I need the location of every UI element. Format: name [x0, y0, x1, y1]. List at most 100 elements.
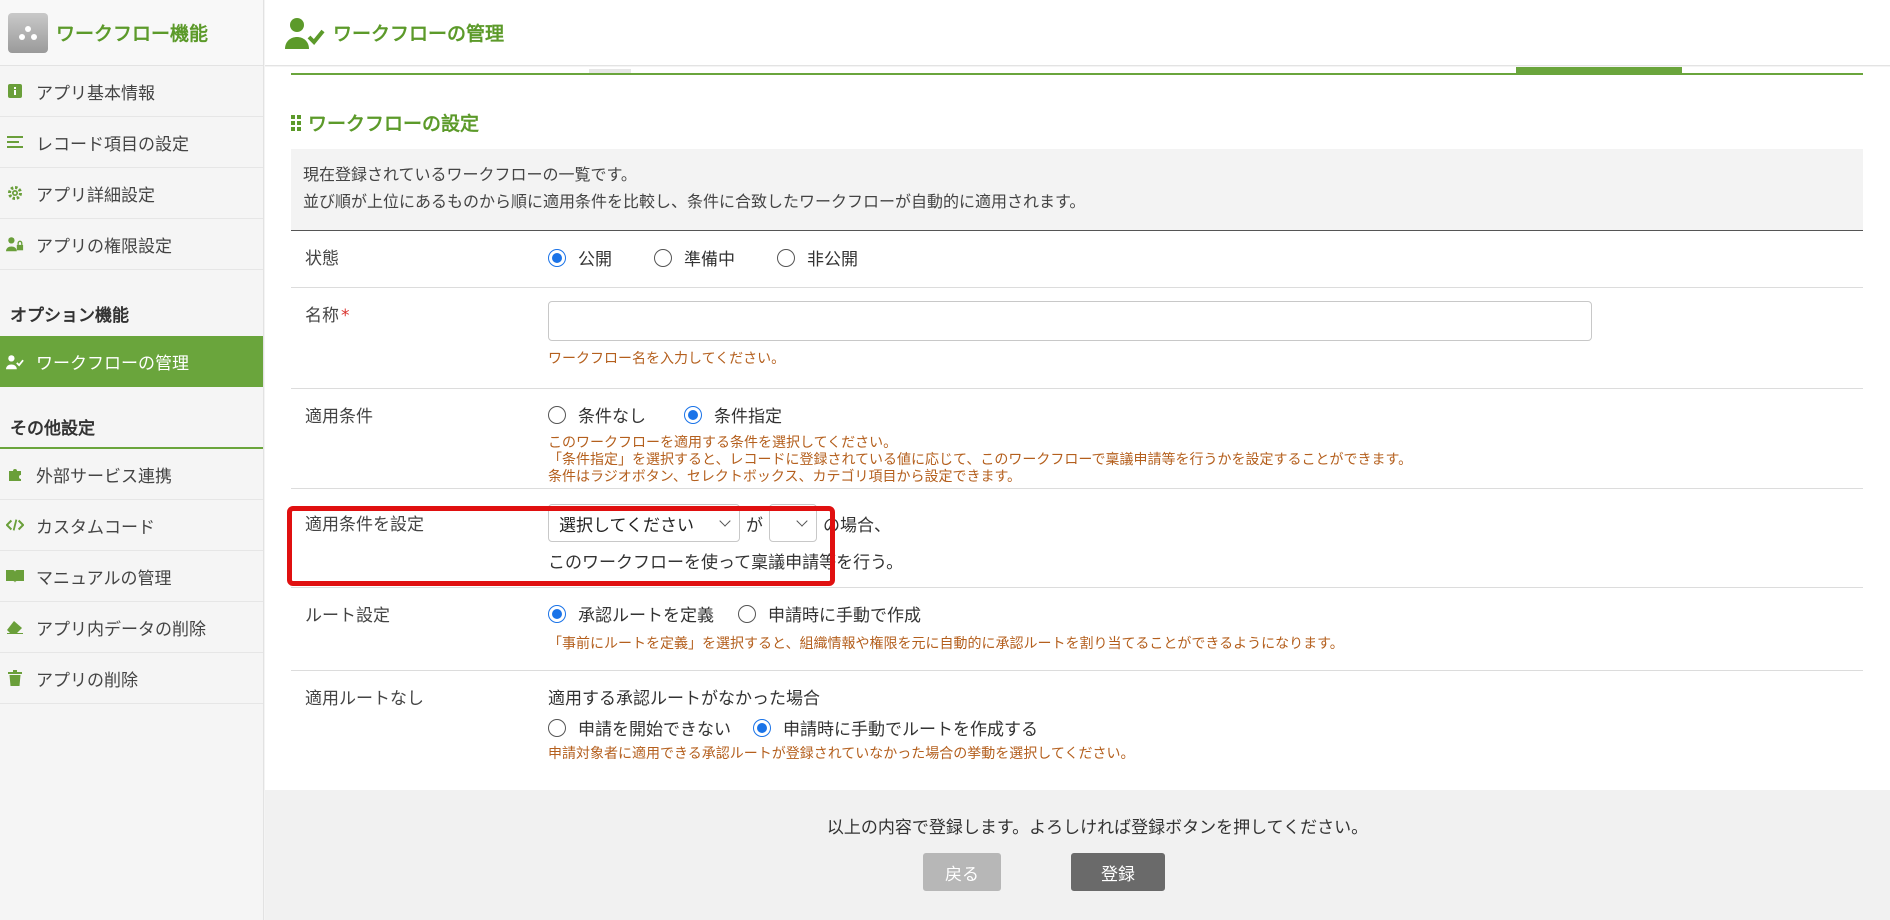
trash-icon [6, 669, 24, 687]
hint-line: 条件はラジオボタン、セレクトボックス、カテゴリ項目から設定できます。 [548, 469, 1022, 485]
page-title: ワークフローの管理 [333, 23, 505, 45]
radio-selected-icon [753, 718, 771, 737]
sidebar-item-label: アプリの権限設定 [36, 236, 172, 257]
condition-value: 条件なし 条件指定 このワークフローを適用する条件を選択してください。 「条件指… [548, 402, 1853, 486]
sidebar-item-label: アプリ基本情報 [36, 83, 155, 104]
sidebar-item-manual-management[interactable]: マニュアルの管理 [0, 551, 263, 602]
sidebar-item-custom-code[interactable]: カスタムコード [0, 500, 263, 551]
sidebar-item-app-info[interactable]: アプリ基本情報 [0, 66, 263, 117]
sidebar-item-label: アプリの削除 [36, 670, 138, 691]
book-icon [6, 567, 24, 585]
condition-option-none[interactable]: 条件なし [548, 402, 646, 427]
grip-icon [291, 114, 301, 131]
radio-label: 非公開 [807, 250, 858, 270]
condition-hints: このワークフローを適用する条件を選択してください。 「条件指定」を選択すると、レ… [548, 435, 1853, 486]
sidebar-item-delete-app[interactable]: アプリの削除 [0, 653, 263, 704]
chevron-down-icon [796, 515, 808, 527]
list-icon [6, 133, 24, 151]
section-title: ワークフローの設定 [291, 109, 479, 136]
footer-message: 以上の内容で登録します。よろしければ登録ボタンを押してください。 [826, 818, 1369, 838]
suffix-text: の場合、 [823, 515, 891, 536]
status-row: 状態 公開 準備中 非公開 [291, 232, 1863, 288]
sidebar-section-other: その他設定 [0, 387, 263, 449]
sidebar-item-label: マニュアルの管理 [36, 568, 172, 589]
register-button[interactable]: 登録 [1071, 853, 1165, 891]
no-route-label: 適用ルートなし [305, 689, 424, 709]
sidebar-item-app-permissions[interactable]: アプリの権限設定 [0, 219, 263, 270]
route-option-defined[interactable]: 承認ルートを定義 [548, 601, 714, 626]
chevron-down-icon [719, 515, 731, 527]
sidebar: ワークフロー機能 アプリ基本情報 レコード項目の設定 アプリ詳細設定 アプリの権… [0, 0, 264, 920]
no-route-hint: 申請対象者に適用できる承認ルートが登録されていなかった場合の挙動を選択してくださ… [548, 746, 1135, 762]
sidebar-item-workflow-management[interactable]: ワークフローの管理 [0, 336, 263, 387]
no-route-option-cannot-start[interactable]: 申請を開始できない [548, 715, 731, 740]
condition-setting-value: 選択してください が の場合、 このワークフローを使って稟議申請等を行う。 [548, 504, 1853, 573]
field-select[interactable]: 選択してください [548, 504, 740, 542]
condition-setting-line2: このワークフローを使って稟議申請等を行う。 [548, 553, 904, 573]
radio-selected-icon [684, 405, 702, 424]
user-check-icon [6, 353, 24, 371]
radio-icon [548, 718, 566, 737]
radio-label: 条件指定 [714, 407, 782, 427]
user-check-icon [285, 17, 325, 49]
condition-setting-line: 選択してください が の場合、 [548, 504, 1853, 542]
info-box: 現在登録されているワークフローの一覧です。 並び順が上位にあるものから順に適用条… [291, 149, 1863, 231]
status-option-public[interactable]: 公開 [548, 245, 612, 270]
status-radio-group: 公開 準備中 非公開 [548, 245, 1853, 270]
radio-label: 申請を開始できない [578, 720, 731, 740]
code-icon [6, 516, 24, 534]
section-title-text: ワークフローの設定 [308, 113, 480, 135]
sidebar-item-label: レコード項目の設定 [36, 134, 189, 155]
route-hint: 「事前にルートを定義」を選択すると、組織情報や権限を元に自動的に承認ルートを割り… [548, 636, 1344, 652]
sidebar-title: ワークフロー機能 [56, 23, 209, 45]
tab-marker [589, 69, 631, 73]
radio-selected-icon [548, 248, 566, 267]
condition-row: 適用条件 条件なし 条件指定 このワークフローを適用する条件を選択してください。… [291, 390, 1863, 489]
sidebar-item-delete-app-data[interactable]: アプリ内データの削除 [0, 602, 263, 653]
no-route-row: 適用ルートなし 適用する承認ルートがなかった場合 申請を開始できない 申請時に手… [291, 672, 1863, 790]
no-route-radio-group: 申請を開始できない 申請時に手動でルートを作成する [548, 715, 1853, 740]
status-label: 状態 [305, 249, 339, 269]
condition-setting-label: 適用条件を設定 [305, 515, 424, 535]
main-content: ワークフローの設定 現在登録されているワークフローの一覧です。 並び順が上位にあ… [265, 67, 1890, 790]
name-label: 名称 * [305, 301, 350, 326]
radio-icon [654, 248, 672, 267]
name-label-text: 名称 [305, 306, 339, 326]
workflow-name-input[interactable] [548, 301, 1592, 341]
sidebar-item-label: アプリ内データの削除 [36, 619, 206, 640]
puzzle-icon [6, 465, 24, 483]
route-label: ルート設定 [305, 606, 390, 626]
name-row: 名称 * ワークフロー名を入力してください。 [291, 289, 1863, 389]
hint-line: このワークフローを適用する条件を選択してください。 [548, 435, 898, 451]
radio-label: 公開 [578, 250, 612, 270]
condition-option-specified[interactable]: 条件指定 [684, 402, 782, 427]
sidebar-item-label: 外部サービス連携 [36, 466, 172, 487]
status-option-preparing[interactable]: 準備中 [654, 245, 735, 270]
radio-label: 申請時に手動で作成 [768, 606, 921, 626]
sidebar-item-label: カスタムコード [36, 517, 155, 538]
value-select[interactable] [769, 504, 817, 542]
status-option-private[interactable]: 非公開 [777, 245, 858, 270]
condition-label: 適用条件 [305, 407, 373, 427]
sidebar-item-external-services[interactable]: 外部サービス連携 [0, 449, 263, 500]
field-select-value: 選択してください [559, 515, 694, 536]
hint-line: 「条件指定」を選択すると、レコードに登録されている値に応じて、このワークフローで… [548, 452, 1413, 468]
radio-label: 承認ルートを定義 [578, 606, 714, 626]
sidebar-item-app-detail[interactable]: アプリ詳細設定 [0, 168, 263, 219]
sidebar-item-label: ワークフローの管理 [36, 354, 189, 374]
radio-label: 準備中 [684, 250, 735, 270]
eraser-icon [6, 618, 24, 636]
app-logo-icon [8, 12, 48, 53]
radio-icon [548, 405, 566, 424]
page-header: ワークフローの管理 [265, 0, 1890, 66]
condition-radio-group: 条件なし 条件指定 [548, 402, 1853, 427]
route-option-manual[interactable]: 申請時に手動で作成 [738, 601, 921, 626]
no-route-option-manual[interactable]: 申請時に手動でルートを作成する [753, 715, 1038, 740]
sidebar-item-record-fields[interactable]: レコード項目の設定 [0, 117, 263, 168]
back-button[interactable]: 戻る [923, 853, 1001, 891]
info-icon [6, 82, 24, 100]
info-line: 並び順が上位にあるものから順に適用条件を比較し、条件に合致したワークフローが自動… [303, 192, 1086, 211]
gear-icon [6, 184, 24, 202]
required-mark: * [341, 306, 350, 326]
sidebar-item-label: アプリ詳細設定 [36, 185, 155, 206]
